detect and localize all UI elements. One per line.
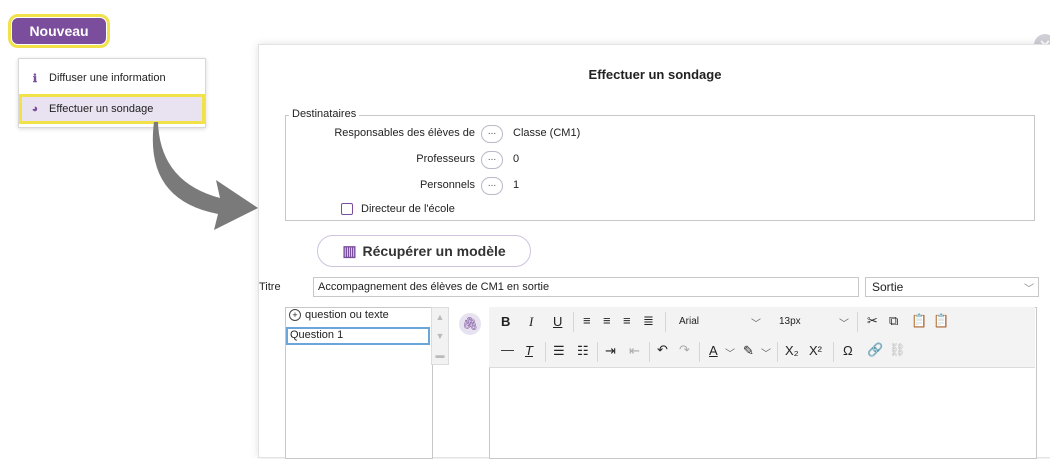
move-down-icon[interactable]: ▼: [432, 327, 448, 346]
curved-arrow-icon: [152, 122, 258, 230]
subscript-icon[interactable]: X₂: [785, 343, 799, 358]
toolbar-divider: [857, 312, 858, 332]
paste-icon[interactable]: 📋: [911, 313, 927, 329]
special-char-icon[interactable]: Ω: [843, 343, 853, 358]
category-select[interactable]: Sortie ﹀: [865, 277, 1039, 297]
destinataires-legend: Destinataires: [289, 108, 360, 120]
paste-special-icon[interactable]: 📋: [933, 313, 949, 329]
copy-icon[interactable]: ⧉: [889, 313, 898, 329]
plus-circle-icon: +: [289, 309, 301, 321]
info-icon: ℹ: [32, 72, 38, 85]
link-icon[interactable]: 🔗: [867, 342, 883, 358]
professeurs-select-button[interactable]: ...: [481, 151, 503, 169]
chevron-down-icon: ﹀: [1024, 284, 1034, 295]
outdent-icon[interactable]: ⇤: [629, 343, 640, 359]
directeur-checkbox[interactable]: [341, 203, 353, 215]
recuperer-modele-label: Récupérer un modèle: [362, 243, 506, 259]
move-up-icon[interactable]: ▲: [432, 308, 448, 327]
chevron-down-icon[interactable]: ﹀: [725, 345, 735, 360]
chevron-down-icon[interactable]: ﹀: [751, 315, 761, 330]
italic-button[interactable]: I: [529, 314, 533, 330]
template-icon: ▥: [342, 243, 357, 260]
redo-icon[interactable]: ↷: [679, 342, 690, 358]
undo-icon[interactable]: ↶: [657, 342, 668, 358]
underline-button[interactable]: U: [553, 314, 562, 329]
titre-input[interactable]: Accompagnement des élèves de CM1 en sort…: [313, 277, 859, 297]
toolbar-divider: [649, 342, 650, 362]
questions-reorder-controls: ▲ ▼ ▬: [431, 307, 449, 365]
cut-icon[interactable]: ✂: [867, 313, 878, 329]
align-justify-icon[interactable]: ≣: [643, 313, 654, 329]
new-menu: ℹ Diffuser une information ◕ Effectuer u…: [18, 58, 206, 128]
toolbar-divider: [665, 312, 666, 332]
font-size-select[interactable]: 13px: [779, 316, 801, 327]
clear-format-icon[interactable]: T: [525, 343, 533, 358]
unlink-icon[interactable]: ⛓: [889, 342, 906, 358]
superscript-icon[interactable]: X²: [809, 343, 822, 358]
text-color-icon[interactable]: A: [709, 343, 718, 358]
chevron-down-icon[interactable]: ﹀: [839, 315, 849, 330]
toolbar-divider: [573, 312, 574, 332]
highlight-color-icon[interactable]: ✎: [743, 343, 754, 359]
chevron-down-icon[interactable]: ﹀: [761, 345, 771, 360]
personnels-label: Personnels: [419, 179, 475, 191]
question-list-item[interactable]: Question 1: [286, 327, 430, 345]
personnels-value: 1: [513, 179, 520, 191]
professeurs-label: Professeurs: [416, 153, 475, 165]
toolbar-divider: [597, 342, 598, 362]
numbered-list-icon[interactable]: ☷: [577, 343, 589, 359]
horizontal-rule-icon[interactable]: —: [501, 342, 514, 357]
editor-toolbar-row-2: — T ☰ ☷ ⇥ ⇤ ↶ ↷ A ﹀ ✎ ﹀ X₂ X² Ω 🔗 ⛓: [489, 337, 1035, 368]
menu-item-diffuser-information[interactable]: ℹ Diffuser une information: [19, 63, 205, 93]
responsables-label: Responsables des élèves de: [334, 127, 475, 139]
toolbar-divider: [833, 342, 834, 362]
toolbar-divider: [777, 342, 778, 362]
toolbar-divider: [699, 342, 700, 362]
pie-chart-icon: ◕: [31, 103, 39, 115]
font-family-select[interactable]: Arial: [679, 316, 699, 327]
personnels-select-button[interactable]: ...: [481, 177, 503, 195]
menu-item-label: Effectuer un sondage: [49, 103, 154, 115]
responsables-select-button[interactable]: ...: [481, 125, 503, 143]
align-center-icon[interactable]: ≡: [603, 313, 611, 328]
menu-item-label: Diffuser une information: [49, 72, 166, 84]
professeurs-value: 0: [513, 153, 520, 165]
indent-icon[interactable]: ⇥: [605, 343, 616, 359]
add-question-label: question ou texte: [305, 309, 389, 321]
toolbar-divider: [545, 342, 546, 362]
nouveau-button[interactable]: Nouveau: [12, 18, 106, 44]
align-left-icon[interactable]: ≡: [583, 313, 591, 328]
directeur-checkbox-label: Directeur de l'école: [361, 203, 455, 215]
dialog-title: Effectuer un sondage: [588, 67, 722, 82]
recuperer-modele-button[interactable]: ▥ Récupérer un modèle: [317, 235, 531, 267]
delete-icon[interactable]: ▬: [432, 346, 448, 365]
bullet-list-icon[interactable]: ☰: [553, 343, 565, 359]
survey-dialog: Effectuer un sondage Destinataires Respo…: [258, 44, 1050, 459]
align-right-icon[interactable]: ≡: [623, 313, 631, 328]
bold-button[interactable]: B: [501, 314, 510, 329]
responsables-value: Classe (CM1): [513, 127, 581, 139]
editor-toolbar-row-1: B I U ≡ ≡ ≡ ≣ Arial ﹀ 13px ﹀ ✂ ⧉ 📋 📋: [489, 307, 1035, 338]
category-select-value: Sortie: [872, 280, 904, 294]
add-question-button[interactable]: + question ou texte: [289, 309, 389, 321]
attachment-icon[interactable]: 🖇: [459, 313, 481, 335]
titre-label: Titre: [259, 281, 281, 293]
